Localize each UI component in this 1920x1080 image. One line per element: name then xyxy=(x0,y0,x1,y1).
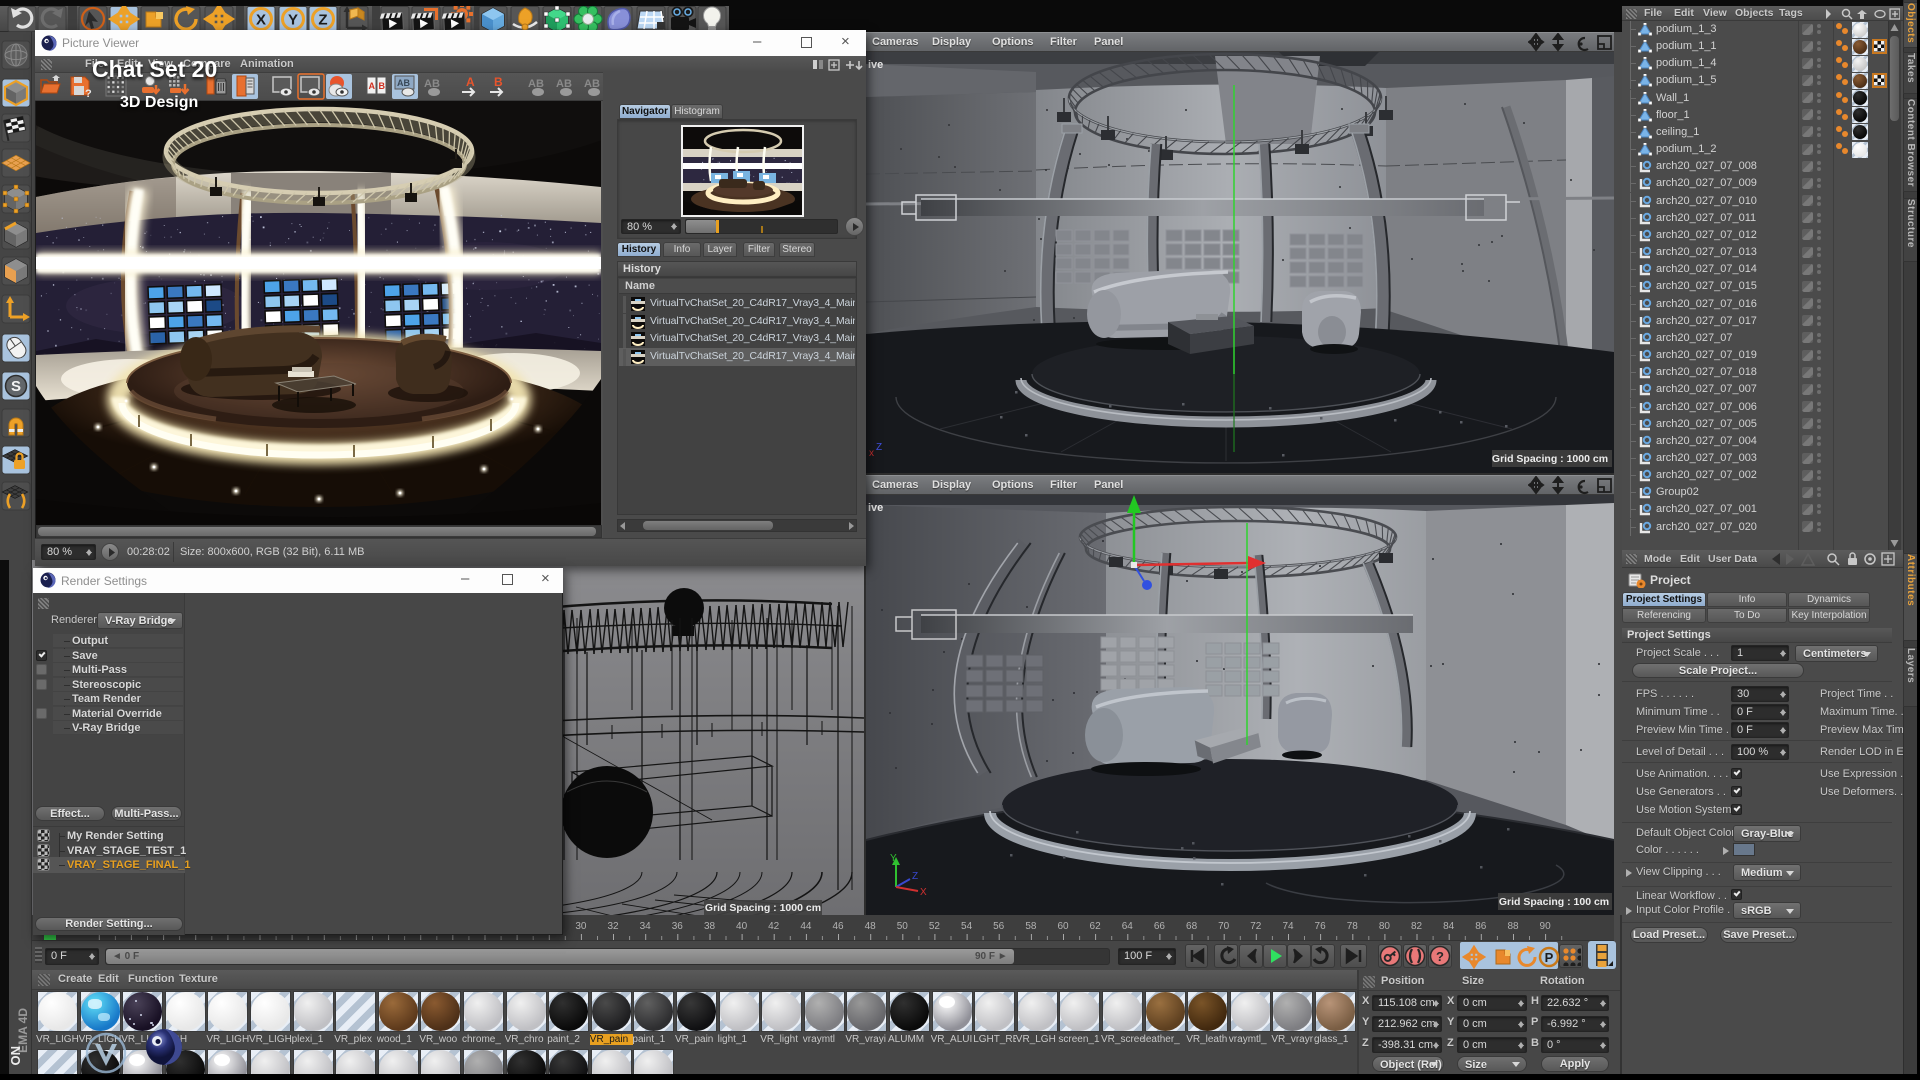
svg-text:S: S xyxy=(11,378,21,395)
svg-text:Grid Spacing : 100 cm: Grid Spacing : 100 cm xyxy=(1499,896,1609,908)
svg-text:x: x xyxy=(869,448,874,459)
svg-text:52: 52 xyxy=(929,921,941,932)
svg-text:Z: Z xyxy=(876,442,882,453)
svg-text:68: 68 xyxy=(1186,921,1198,932)
svg-text:90: 90 xyxy=(1540,921,1552,932)
svg-text:54: 54 xyxy=(961,921,973,932)
svg-text:Y: Y xyxy=(890,853,897,864)
svg-text:P: P xyxy=(1545,950,1554,965)
svg-text:72: 72 xyxy=(1250,921,1262,932)
svg-text:86: 86 xyxy=(1475,921,1487,932)
svg-text:50: 50 xyxy=(897,921,909,932)
svg-text:44: 44 xyxy=(800,921,812,932)
svg-text:Y: Y xyxy=(288,12,298,29)
svg-text:B: B xyxy=(494,75,503,89)
svg-text:66: 66 xyxy=(1154,921,1166,932)
svg-text:30: 30 xyxy=(575,921,587,932)
svg-text:62: 62 xyxy=(1090,921,1102,932)
svg-text:A: A xyxy=(369,81,376,91)
svg-text:AB: AB xyxy=(528,78,544,90)
svg-text:48: 48 xyxy=(865,921,877,932)
svg-text:A: A xyxy=(466,75,475,89)
svg-text:84: 84 xyxy=(1443,921,1455,932)
svg-text:X: X xyxy=(256,12,266,29)
svg-text:88: 88 xyxy=(1507,921,1519,932)
svg-text:76: 76 xyxy=(1315,921,1327,932)
svg-text:?: ? xyxy=(85,88,92,100)
svg-text:82: 82 xyxy=(1411,921,1423,932)
svg-text:70: 70 xyxy=(1218,921,1230,932)
svg-text:60: 60 xyxy=(1057,921,1069,932)
svg-text:56: 56 xyxy=(993,921,1005,932)
svg-text:58: 58 xyxy=(1025,921,1037,932)
svg-text:Z: Z xyxy=(318,12,327,29)
svg-text:32: 32 xyxy=(607,921,619,932)
svg-text:34: 34 xyxy=(640,921,652,932)
svg-text:40: 40 xyxy=(736,921,748,932)
svg-text:AB: AB xyxy=(397,78,410,88)
svg-text:74: 74 xyxy=(1282,921,1294,932)
svg-text:Grid Spacing : 1000 cm: Grid Spacing : 1000 cm xyxy=(705,902,821,914)
svg-text:Z: Z xyxy=(912,871,918,882)
svg-text:Grid Spacing : 1000 cm: Grid Spacing : 1000 cm xyxy=(1492,453,1608,465)
svg-text:AB: AB xyxy=(424,78,440,90)
svg-text:42: 42 xyxy=(768,921,780,932)
svg-text:ive: ive xyxy=(868,59,883,71)
svg-text:64: 64 xyxy=(1122,921,1134,932)
svg-text:46: 46 xyxy=(832,921,844,932)
svg-text:AB: AB xyxy=(556,78,572,90)
svg-text:78: 78 xyxy=(1347,921,1359,932)
svg-text:80: 80 xyxy=(1379,921,1391,932)
svg-text:36: 36 xyxy=(672,921,684,932)
svg-text:AB: AB xyxy=(584,78,600,90)
svg-text:X: X xyxy=(920,887,927,898)
svg-text:B: B xyxy=(379,81,386,91)
svg-text:ive: ive xyxy=(868,502,883,514)
svg-text:38: 38 xyxy=(704,921,716,932)
svg-text:?: ? xyxy=(1436,949,1444,964)
